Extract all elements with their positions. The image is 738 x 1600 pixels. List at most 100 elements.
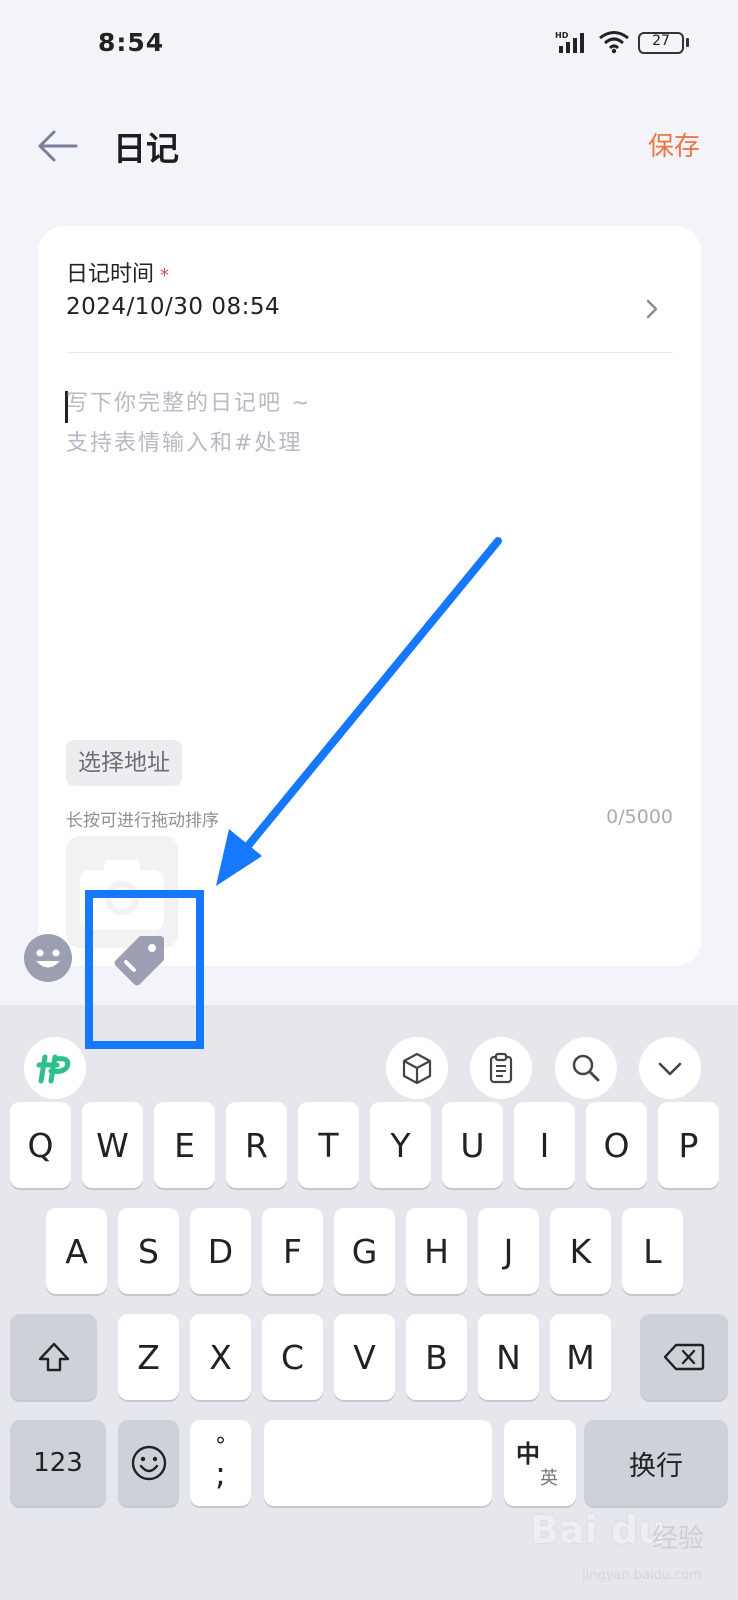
key-label: M: [566, 1337, 595, 1377]
key-label: B: [425, 1337, 448, 1377]
key-t[interactable]: T: [298, 1102, 359, 1188]
key-l[interactable]: L: [622, 1208, 683, 1294]
key-label: F: [283, 1231, 302, 1271]
key-label: T: [318, 1125, 339, 1165]
key-s[interactable]: S: [118, 1208, 179, 1294]
page-title: 日记: [113, 129, 179, 168]
key-label: V: [353, 1337, 376, 1377]
key-y[interactable]: Y: [370, 1102, 431, 1188]
key-b[interactable]: B: [406, 1314, 467, 1400]
diary-time-label: 日记时间 *: [66, 256, 169, 288]
key-h[interactable]: H: [406, 1208, 467, 1294]
key-g[interactable]: G: [334, 1208, 395, 1294]
required-mark: *: [160, 265, 170, 286]
clipboard-icon: [489, 1052, 513, 1084]
clipboard-button[interactable]: [470, 1037, 532, 1099]
smiley-outline-icon: [131, 1445, 166, 1481]
editor-placeholder-line1: 写下你完整的日记吧 ~: [66, 391, 312, 416]
punctuation-key[interactable]: ° ;: [190, 1420, 251, 1506]
back-button[interactable]: [34, 122, 82, 170]
key-u[interactable]: U: [442, 1102, 503, 1188]
key-o[interactable]: O: [586, 1102, 647, 1188]
key-z[interactable]: Z: [118, 1314, 179, 1400]
chevron-down-icon: [658, 1062, 682, 1076]
select-address-button[interactable]: 选择地址: [66, 740, 182, 786]
diary-time-label-text: 日记时间: [66, 262, 155, 287]
key-v[interactable]: V: [334, 1314, 395, 1400]
key-label: U: [460, 1125, 485, 1165]
battery-tip: [686, 38, 689, 47]
watermark-logo: Bai du: [530, 1508, 666, 1552]
key-w[interactable]: W: [82, 1102, 143, 1188]
signal-icon: HD: [555, 30, 591, 58]
key-r[interactable]: R: [226, 1102, 287, 1188]
diary-time-value[interactable]: 2024/10/30 08:54: [66, 294, 280, 320]
key-label: S: [138, 1231, 159, 1271]
key-k[interactable]: K: [550, 1208, 611, 1294]
divider: [66, 352, 673, 353]
save-button[interactable]: 保存: [648, 126, 700, 163]
numbers-key[interactable]: 123: [10, 1420, 106, 1506]
key-e[interactable]: E: [154, 1102, 215, 1188]
char-counter: 0/5000: [606, 806, 673, 828]
editor-placeholder-line2: 支持表情输入和#处理: [66, 431, 303, 456]
shift-arrow-icon: [38, 1342, 69, 1372]
chevron-right-icon[interactable]: [643, 294, 663, 324]
key-label: L: [643, 1231, 662, 1271]
key-f[interactable]: F: [262, 1208, 323, 1294]
key-label: Y: [390, 1125, 411, 1165]
key-d[interactable]: D: [190, 1208, 251, 1294]
space-key[interactable]: [264, 1420, 492, 1506]
shift-key[interactable]: [10, 1314, 97, 1400]
key-label: R: [245, 1125, 268, 1165]
key-a[interactable]: A: [46, 1208, 107, 1294]
key-label: 123: [33, 1448, 83, 1478]
cube-tool-button[interactable]: [386, 1037, 448, 1099]
key-m[interactable]: M: [550, 1314, 611, 1400]
status-bar: 8:54 HD 27: [0, 0, 738, 90]
tag-button[interactable]: [110, 928, 170, 988]
key-label: I: [539, 1125, 550, 1165]
key-x[interactable]: X: [190, 1314, 251, 1400]
key-i[interactable]: I: [514, 1102, 575, 1188]
key-label: C: [280, 1337, 305, 1377]
key-q[interactable]: Q: [10, 1102, 71, 1188]
key-label: N: [496, 1337, 521, 1377]
status-time: 8:54: [98, 28, 165, 57]
arrow-left-icon: [38, 130, 78, 162]
diary-text-input[interactable]: 写下你完整的日记吧 ~ 支持表情输入和#处理: [66, 384, 666, 544]
battery-level: 27: [652, 33, 670, 49]
enter-key[interactable]: 换行: [584, 1420, 728, 1506]
input-method-logo-icon: [36, 1054, 71, 1084]
key-label: K: [569, 1231, 592, 1271]
diary-card: 日记时间 * 2024/10/30 08:54 写下你完整的日记吧 ~ 支持表情输…: [38, 226, 701, 966]
key-c[interactable]: C: [262, 1314, 323, 1400]
key-j[interactable]: J: [478, 1208, 539, 1294]
keyboard-logo-button[interactable]: [24, 1037, 86, 1099]
emoji-button[interactable]: [22, 932, 74, 984]
search-button[interactable]: [555, 1037, 617, 1099]
key-label: 换行: [629, 1450, 683, 1482]
key-p[interactable]: P: [658, 1102, 719, 1188]
search-icon: [572, 1054, 600, 1082]
language-switch-key[interactable]: 中 英: [504, 1420, 576, 1506]
key-label: W: [96, 1125, 129, 1165]
backspace-key[interactable]: [640, 1314, 728, 1400]
key-label: X: [209, 1337, 232, 1377]
watermark-text: 经验: [652, 1524, 705, 1554]
key-label: Q: [27, 1125, 54, 1165]
key-label: J: [503, 1231, 514, 1271]
smiley-icon: [24, 934, 72, 982]
key-label: E: [174, 1125, 195, 1165]
collapse-keyboard-button[interactable]: [639, 1037, 701, 1099]
key-label: P: [678, 1125, 699, 1165]
baidu-watermark: Bai du 经验 jingyan.baidu.com: [520, 1508, 720, 1588]
backspace-icon: [663, 1343, 705, 1371]
key-n[interactable]: N: [478, 1314, 539, 1400]
emoji-key[interactable]: [118, 1420, 179, 1506]
key-label: Z: [137, 1337, 160, 1377]
tag-icon: [114, 936, 164, 986]
key-label: O: [603, 1125, 630, 1165]
drag-sort-hint: 长按可进行拖动排序: [66, 811, 219, 831]
wifi-icon: [598, 30, 630, 58]
